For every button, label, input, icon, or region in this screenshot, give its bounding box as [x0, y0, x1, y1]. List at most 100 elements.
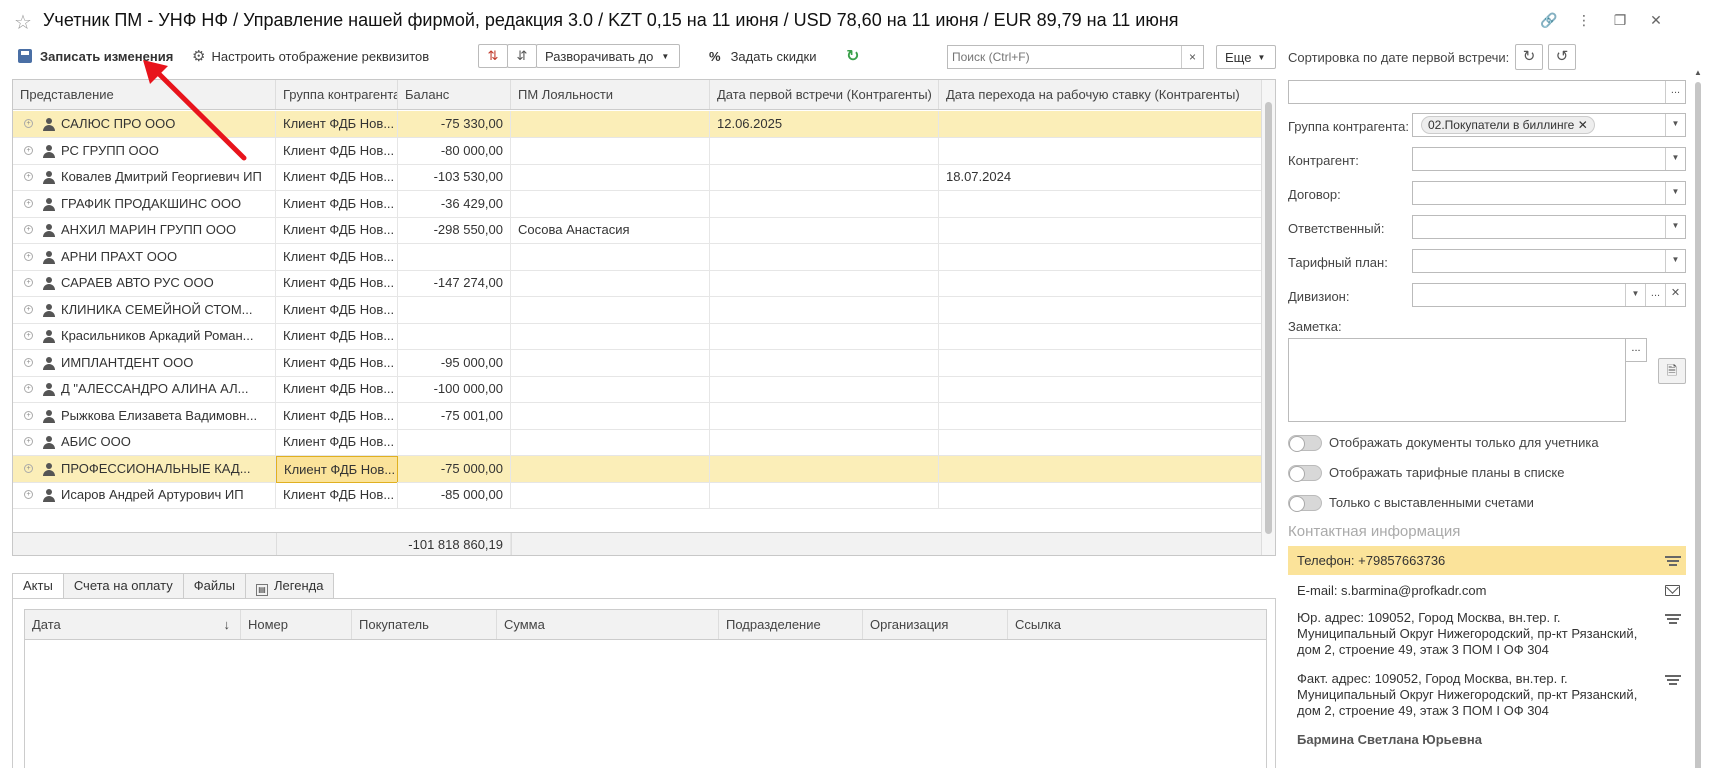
cell-loyalty[interactable] [511, 455, 710, 483]
cell-first-meeting[interactable] [710, 243, 939, 271]
cell-group[interactable]: Клиент ФДБ Нов... [276, 376, 398, 403]
cell-balance[interactable]: -85 000,00 [398, 482, 511, 509]
panel-scrollbar-thumb[interactable] [1695, 82, 1701, 768]
counterparty-field[interactable]: ▼ [1412, 147, 1686, 171]
refresh-button[interactable]: ↻ [846, 42, 859, 70]
toggle-invoiced-only[interactable] [1288, 495, 1322, 512]
expand-icon[interactable]: + [24, 145, 33, 155]
toggle-tariff-plans[interactable] [1288, 465, 1322, 482]
cell-first-meeting[interactable]: 12.06.2025 [710, 111, 939, 138]
top-selection-field[interactable]: ... [1288, 80, 1686, 104]
cell-transition[interactable] [939, 270, 1263, 297]
cell-group[interactable]: Клиент ФДБ Нов... [276, 455, 398, 483]
column-header-group[interactable]: Группа контрагента [276, 80, 398, 109]
cell-first-meeting[interactable] [710, 190, 939, 218]
chevron-down-icon[interactable]: ▼ [1665, 114, 1685, 136]
cell-balance[interactable]: -80 000,00 [398, 137, 511, 165]
cell-balance[interactable]: -75 000,00 [398, 455, 511, 483]
table-row[interactable]: АНХИЛ МАРИН ГРУПП ООО Клиент ФДБ Нов... -2… [13, 217, 1263, 244]
column-header-number[interactable]: Номер [241, 610, 352, 639]
column-header-amount[interactable]: Сумма [497, 610, 719, 639]
cell-transition[interactable] [939, 137, 1263, 165]
expand-icon[interactable]: + [24, 119, 33, 128]
expand-icon[interactable]: + [24, 304, 33, 314]
select-dots-button[interactable]: ... [1665, 81, 1685, 103]
cell-transition[interactable] [939, 111, 1263, 138]
panel-scrollbar[interactable]: ▲ [1694, 68, 1702, 768]
close-icon[interactable]: ✕ [1648, 12, 1664, 29]
cell-loyalty[interactable] [511, 296, 710, 324]
favorite-star-icon[interactable]: ☆ [14, 10, 32, 35]
expand-icon[interactable]: + [24, 251, 33, 261]
expand-icon[interactable]: + [24, 490, 33, 499]
cell-first-meeting[interactable] [710, 402, 939, 430]
group-chip[interactable]: 02.Покупатели в биллинге ✕ [1421, 116, 1595, 134]
cell-first-meeting[interactable] [710, 376, 939, 403]
column-header-department[interactable]: Подразделение [719, 610, 863, 639]
sort-asc-button[interactable]: ⇅ [478, 44, 508, 68]
cell-first-meeting[interactable] [710, 349, 939, 377]
cell-loyalty[interactable] [511, 164, 710, 191]
table-row[interactable]: Исаров Андрей Артурович ИП Клиент ФДБ Нов… [13, 482, 1263, 509]
cell-transition[interactable]: 18.07.2024 [939, 164, 1263, 191]
cell-group[interactable]: Клиент ФДБ Нов... [276, 164, 398, 191]
sort-desc-button[interactable]: ⇵ [507, 44, 537, 68]
column-header-buyer[interactable]: Покупатель [352, 610, 497, 639]
cell-loyalty[interactable] [511, 376, 710, 403]
sort-reset-button[interactable]: ↺ [1548, 44, 1576, 70]
column-header-link[interactable]: Ссылка [1008, 610, 1266, 639]
chevron-down-icon[interactable]: ▼ [1665, 250, 1685, 272]
cell-balance[interactable] [398, 323, 511, 350]
tab-invoices[interactable]: Счета на оплату [62, 573, 184, 599]
cell-balance[interactable] [398, 296, 511, 324]
cell-loyalty[interactable] [511, 137, 710, 165]
cell-balance[interactable]: -75 001,00 [398, 402, 511, 430]
toggle-docs-only[interactable] [1288, 435, 1322, 452]
column-header-first-meeting[interactable]: Дата первой встречи (Контрагенты) [710, 80, 939, 109]
cell-balance[interactable]: -298 550,00 [398, 217, 511, 244]
expand-icon[interactable]: + [24, 410, 33, 420]
mail-icon[interactable] [1665, 585, 1680, 596]
contact-actual-address[interactable]: Факт. адрес: 109052, Город Москва, вн.те… [1288, 671, 1686, 721]
column-header-date[interactable]: Дата ↓ [25, 610, 241, 639]
expand-icon[interactable]: + [24, 463, 33, 473]
cell-transition[interactable] [939, 296, 1263, 324]
search-input[interactable] [948, 46, 1173, 68]
note-textarea[interactable] [1288, 338, 1626, 422]
expand-icon[interactable]: + [24, 172, 33, 181]
cell-first-meeting[interactable] [710, 455, 939, 483]
cell-loyalty[interactable] [511, 402, 710, 430]
menu-icon[interactable] [1665, 614, 1681, 624]
cell-transition[interactable] [939, 402, 1263, 430]
cell-loyalty[interactable] [511, 243, 710, 271]
expand-icon[interactable]: + [24, 357, 33, 367]
clear-search-button[interactable]: × [1181, 46, 1203, 68]
cell-group[interactable]: Клиент ФДБ Нов... [276, 429, 398, 456]
expand-icon[interactable]: + [24, 437, 33, 446]
tab-acts[interactable]: Акты [12, 573, 64, 599]
cell-loyalty[interactable] [511, 482, 710, 509]
cell-loyalty[interactable] [511, 111, 710, 138]
cell-group[interactable]: Клиент ФДБ Нов... [276, 270, 398, 297]
restore-icon[interactable]: ❐ [1612, 12, 1628, 29]
table-scrollbar[interactable] [1261, 80, 1275, 555]
expand-icon[interactable]: + [24, 225, 33, 234]
cell-first-meeting[interactable] [710, 296, 939, 324]
cell-group[interactable]: Клиент ФДБ Нов... [276, 349, 398, 377]
contact-phone[interactable]: Телефон: +79857663736 [1288, 546, 1686, 575]
cell-group[interactable]: Клиент ФДБ Нов... [276, 217, 398, 244]
division-field[interactable]: ▼ ... ✕ [1412, 283, 1686, 307]
cell-first-meeting[interactable] [710, 217, 939, 244]
cell-first-meeting[interactable] [710, 482, 939, 509]
cell-first-meeting[interactable] [710, 323, 939, 350]
note-dots-button[interactable]: ... [1625, 338, 1647, 362]
table-row[interactable]: САРАЕВ АВТО РУС ООО Клиент ФДБ Нов... -147… [13, 270, 1263, 297]
expand-to-dropdown[interactable]: Разворачивать до ▼ [536, 44, 680, 68]
table-row[interactable]: Д "АЛЕССАНДРО АЛИНА АЛ... Клиент ФДБ Нов.… [13, 376, 1263, 403]
cell-balance[interactable]: -147 274,00 [398, 270, 511, 297]
select-dots-button[interactable]: ... [1645, 284, 1665, 306]
cell-group[interactable]: Клиент ФДБ Нов... [276, 190, 398, 218]
table-row[interactable]: КЛИНИКА СЕМЕЙНОЙ СТОМ... Клиент ФДБ Нов..… [13, 296, 1263, 324]
column-header-organization[interactable]: Организация [863, 610, 1008, 639]
menu-icon[interactable] [1665, 556, 1681, 566]
